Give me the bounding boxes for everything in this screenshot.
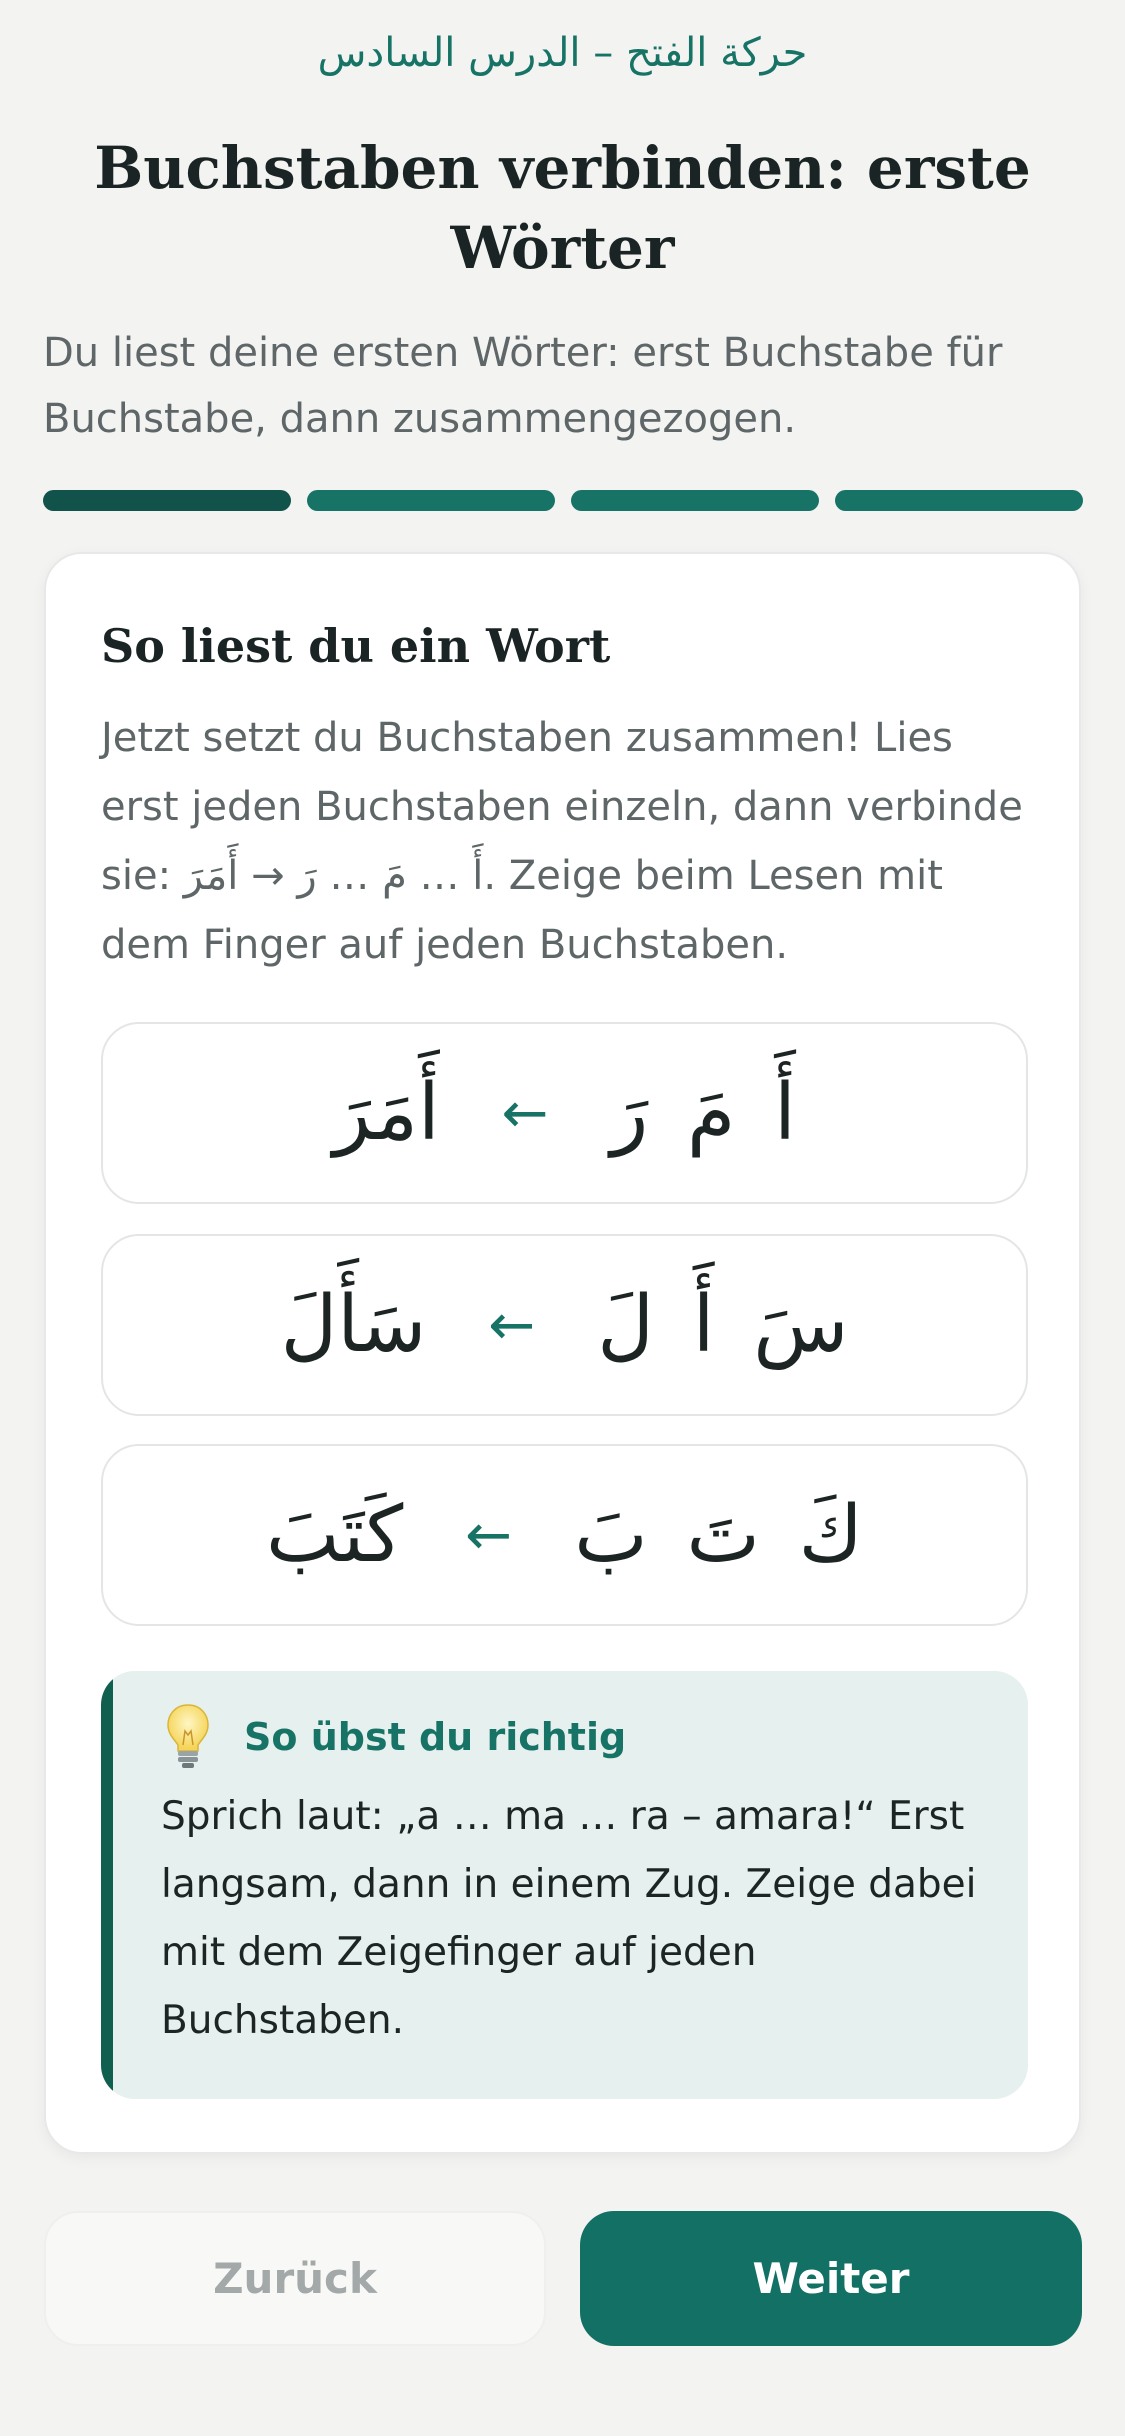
arrow-left-icon: ←	[501, 1080, 549, 1146]
tip-text: Sprich laut: „a … ma … ra – amara!“ Erst…	[161, 1794, 977, 2043]
arrow-left-icon: ←	[488, 1292, 536, 1358]
tip-accent-bar	[101, 1671, 113, 2099]
word-row-2[interactable]: سَأَلَ ← سَ أَ لَ	[101, 1234, 1028, 1416]
card-title: So liest du ein Wort	[101, 619, 611, 673]
back-button[interactable]: Zurück	[44, 2211, 546, 2346]
page-subtitle: Du liest deine ersten Wörter: erst Buchs…	[43, 330, 1003, 442]
course-lesson-label: حركة الفتح – الدرس السادس	[317, 30, 808, 76]
joined-word: أَمَرَ	[333, 1068, 440, 1158]
page-title: Buchstaben verbinden: erste Wörter	[94, 134, 1031, 282]
lesson-progress-bar	[43, 490, 1083, 511]
progress-segment-4	[835, 490, 1083, 511]
next-button[interactable]: Weiter	[580, 2211, 1082, 2346]
separate-letters: أَ مَ رَ	[610, 1068, 796, 1158]
lesson-screen: حركة الفتح – الدرس السادس Buchstaben ver…	[0, 0, 1125, 2436]
progress-segment-1	[43, 490, 291, 511]
tip-title: So übst du richtig	[244, 1715, 627, 1759]
separate-letters: كَ تَ بَ	[574, 1490, 863, 1580]
lightbulb-icon	[167, 1704, 209, 1768]
arrow-left-icon: ←	[465, 1502, 513, 1568]
separate-letters: سَ أَ لَ	[597, 1280, 849, 1370]
progress-segment-3	[571, 490, 819, 511]
tip-box: So übst du richtig Sprich laut: „a … ma …	[101, 1671, 1028, 2099]
joined-word: كَتَبَ	[266, 1490, 404, 1580]
lesson-card: So liest du ein Wort Jetzt setzt du Buch…	[44, 552, 1081, 2154]
word-row-1[interactable]: أَمَرَ ← أَ مَ رَ	[101, 1022, 1028, 1204]
word-row-3[interactable]: كَتَبَ ← كَ تَ بَ	[101, 1444, 1028, 1626]
joined-word: سَأَلَ	[280, 1280, 427, 1370]
progress-segment-2	[307, 490, 555, 511]
card-instructions: Jetzt setzt du Buchstaben zusammen! Lies…	[101, 715, 1023, 968]
